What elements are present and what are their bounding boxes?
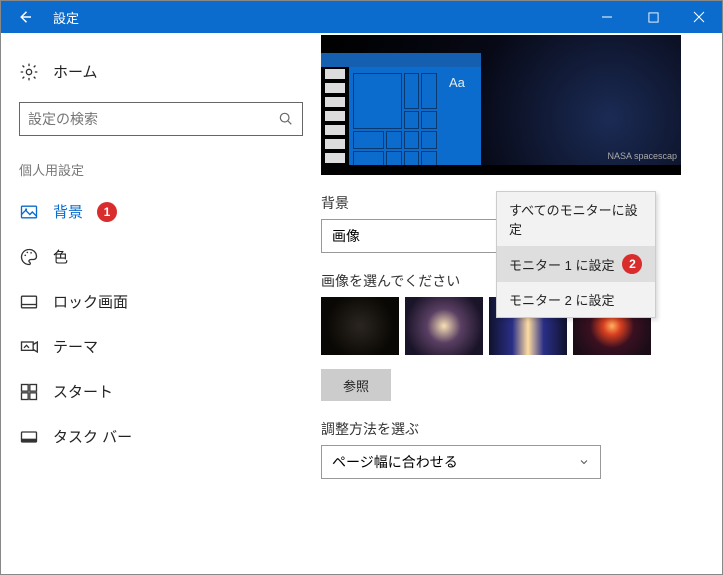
- chevron-down-icon: [578, 456, 590, 468]
- menu-item-monitor-2[interactable]: モニター 2 に設定: [497, 282, 655, 317]
- lockscreen-icon: [19, 292, 39, 312]
- sidebar: ホーム 個人用設定 背景 1 色 ロック画面: [1, 33, 321, 574]
- menu-item-label: モニター 1 に設定: [509, 255, 614, 274]
- gear-icon: [19, 62, 39, 82]
- start-icon: [19, 382, 39, 402]
- sidebar-item-label: テーマ: [53, 336, 98, 357]
- sidebar-item-label: スタート: [53, 381, 113, 402]
- home-label: ホーム: [53, 61, 98, 82]
- sidebar-item-lockscreen[interactable]: ロック画面: [11, 279, 311, 324]
- dropdown-value: ページ幅に合わせる: [332, 452, 458, 472]
- sidebar-item-taskbar[interactable]: タスク バー: [11, 414, 311, 459]
- picture-icon: [19, 202, 39, 222]
- sidebar-item-background[interactable]: 背景 1: [11, 189, 311, 234]
- sidebar-item-label: ロック画面: [53, 291, 128, 312]
- sidebar-item-label: 色: [53, 246, 68, 267]
- section-title: 個人用設定: [11, 136, 311, 189]
- window-title: 設定: [49, 8, 584, 27]
- back-button[interactable]: [1, 1, 49, 33]
- thumbnail[interactable]: [321, 297, 399, 355]
- palette-icon: [19, 247, 39, 267]
- titlebar: 設定: [1, 1, 722, 33]
- dropdown-value: 画像: [332, 226, 360, 246]
- browse-button[interactable]: 参照: [321, 369, 391, 401]
- menu-item-label: すべてのモニターに設定: [509, 200, 643, 238]
- sidebar-item-themes[interactable]: テーマ: [11, 324, 311, 369]
- preview-sample-text: Aa: [441, 67, 481, 173]
- search-field[interactable]: [28, 111, 278, 127]
- preview-window: Aa: [321, 53, 481, 173]
- home-link[interactable]: ホーム: [11, 53, 311, 102]
- sidebar-item-colors[interactable]: 色: [11, 234, 311, 279]
- theme-icon: [19, 337, 39, 357]
- fit-dropdown[interactable]: ページ幅に合わせる: [321, 445, 601, 479]
- fit-label: 調整方法を選ぶ: [321, 419, 722, 439]
- minimize-button[interactable]: [584, 1, 630, 33]
- search-icon: [278, 111, 294, 127]
- thumbnail[interactable]: [405, 297, 483, 355]
- sidebar-item-label: タスク バー: [53, 426, 132, 447]
- menu-item-all-monitors[interactable]: すべてのモニターに設定: [497, 192, 655, 246]
- menu-item-label: モニター 2 に設定: [509, 290, 614, 309]
- context-menu: すべてのモニターに設定 モニター 1 に設定 2 モニター 2 に設定: [496, 191, 656, 318]
- menu-item-monitor-1[interactable]: モニター 1 に設定 2: [497, 246, 655, 282]
- preview-credit: NASA spacescap: [607, 151, 677, 161]
- maximize-button[interactable]: [630, 1, 676, 33]
- annotation-badge-2: 2: [622, 254, 642, 274]
- desktop-preview: Aa NASA spacescap: [321, 35, 681, 175]
- search-input[interactable]: [19, 102, 303, 136]
- annotation-badge-1: 1: [97, 202, 117, 222]
- sidebar-item-start[interactable]: スタート: [11, 369, 311, 414]
- taskbar-icon: [19, 427, 39, 447]
- close-button[interactable]: [676, 1, 722, 33]
- sidebar-item-label: 背景: [53, 201, 83, 222]
